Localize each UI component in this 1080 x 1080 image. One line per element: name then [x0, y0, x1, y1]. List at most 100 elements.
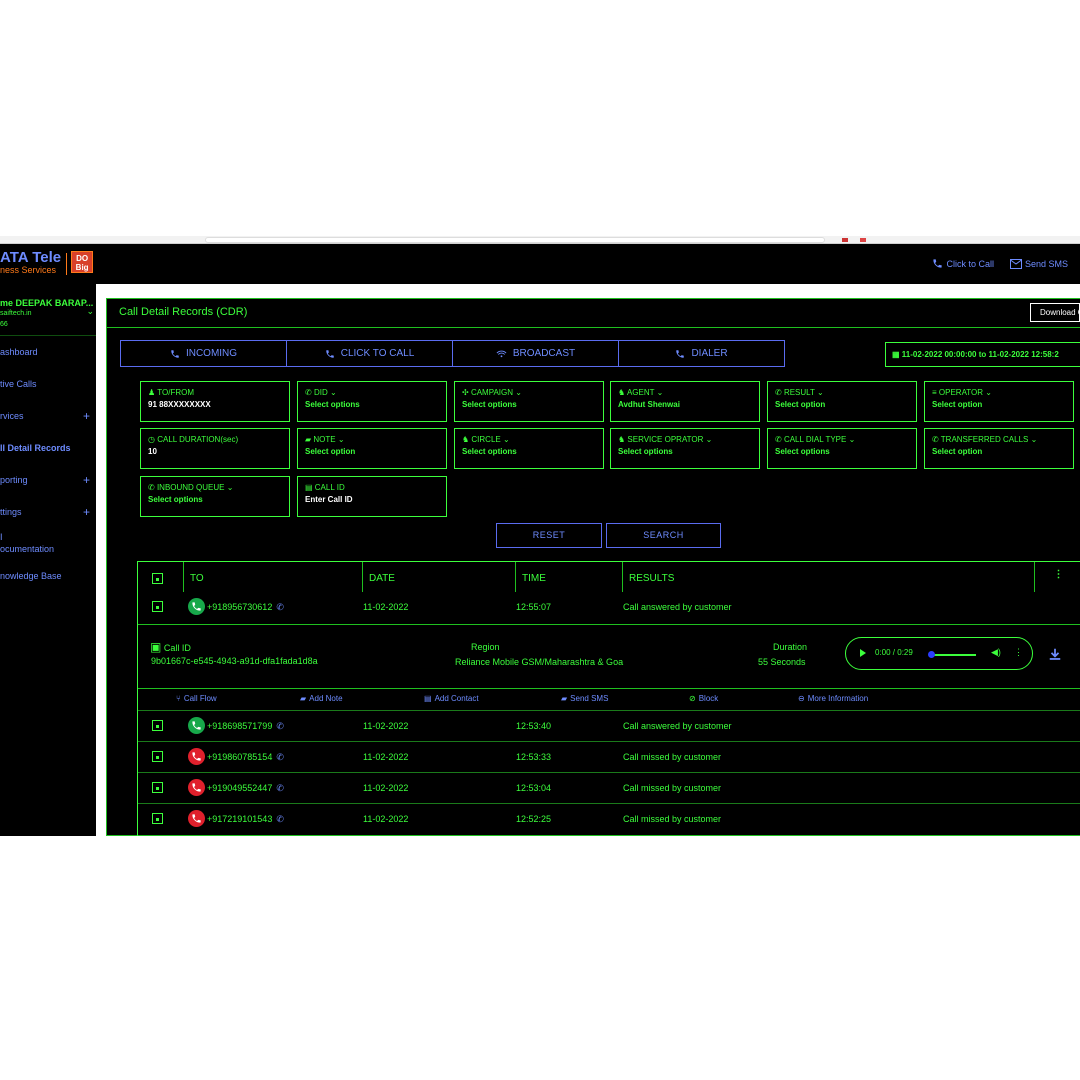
download-icon[interactable] [1048, 647, 1062, 661]
date-range-picker[interactable]: ▦ 11-02-2022 00:00:00 to 11-02-2022 12:5… [885, 342, 1080, 367]
filter-did[interactable]: ✆ DID ⌄ Select options [297, 381, 447, 422]
table-row[interactable]: +917219101543 ✆ 11-02-2022 12:52:25 Call … [138, 803, 1080, 834]
sidebar-item-active-calls[interactable]: tive Calls [0, 368, 96, 400]
send-sms-label: Send SMS [1024, 258, 1068, 269]
call-detail-panel: ▣ Call ID 9b01667c-e545-4943-a91d-dfa1fa… [138, 624, 1080, 688]
region-value: Reliance Mobile GSM/Maharashtra & Goa [455, 657, 624, 667]
add-contact-action[interactable]: ▤ Add Contact [424, 694, 479, 703]
column-header-time[interactable]: TIME [516, 562, 623, 592]
table-row[interactable]: +919049552447 ✆ 11-02-2022 12:53:04 Call … [138, 772, 1080, 803]
filter-call-duration[interactable]: ◷ CALL DURATION(sec) 10 [140, 428, 290, 469]
filter-campaign[interactable]: ✣ CAMPAIGN ⌄ Select options [454, 381, 604, 422]
row-checkbox[interactable] [152, 720, 163, 731]
call-back-icon[interactable]: ✆ [276, 783, 284, 793]
chevron-down-icon: ⌄ [337, 435, 345, 444]
send-sms-link[interactable]: Send SMS [1009, 258, 1068, 269]
row-checkbox[interactable] [152, 751, 163, 762]
plus-icon[interactable]: + [83, 400, 90, 432]
sidebar-item-api-documentation[interactable]: Iocumentation [0, 528, 96, 560]
brand-logo[interactable]: ATA Tele ness Services DO Big [0, 250, 94, 277]
sidebar-item-services[interactable]: rvices + [0, 400, 96, 432]
sms-icon: ▰ [561, 694, 568, 703]
circle-icon: ♞ [462, 435, 472, 444]
plus-icon[interactable]: + [83, 496, 90, 528]
tab-incoming[interactable]: INCOMING [121, 341, 287, 366]
phone-number[interactable]: +919049552447 [207, 783, 272, 793]
filter-service-operator[interactable]: ♞ SERVICE OPRATOR ⌄ Select options [610, 428, 760, 469]
tab-broadcast[interactable]: BROADCAST [453, 341, 619, 366]
time-cell: 12:53:04 [516, 783, 552, 793]
block-action[interactable]: ⊘ Block [689, 694, 718, 703]
plus-icon[interactable]: + [83, 464, 90, 496]
date-cell: 11-02-2022 [363, 602, 409, 612]
call-answered-icon [188, 598, 205, 616]
reset-button[interactable]: RESET [496, 523, 602, 548]
tab-label: INCOMING [185, 348, 238, 359]
brand-tagline: ness Services [0, 265, 57, 275]
column-header-to[interactable]: TO [184, 562, 363, 592]
more-options-icon[interactable]: ⋮ [1035, 562, 1080, 592]
extension-icon[interactable] [860, 238, 866, 242]
audio-seek-bar[interactable] [930, 654, 976, 656]
filter-inbound-queue[interactable]: ✆ INBOUND QUEUE ⌄ Select options [140, 476, 290, 517]
call-back-icon[interactable]: ✆ [276, 602, 284, 612]
sidebar-item-label: ttings [0, 507, 22, 517]
row-checkbox[interactable] [152, 813, 163, 824]
sidebar-item-call-detail-records[interactable]: ll Detail Records [0, 432, 96, 464]
filter-circle[interactable]: ♞ CIRCLE ⌄ Select options [454, 428, 604, 469]
sidebar-item-knowledge-base[interactable]: nowledge Base [0, 560, 96, 592]
call-flow-action[interactable]: ⑂ Call Flow [176, 694, 217, 703]
user-profile[interactable]: me DEEPAK BARAP... saiftech.in 66 ⌄ [0, 284, 96, 336]
address-bar[interactable] [205, 237, 825, 243]
sidebar-item-reporting[interactable]: porting + [0, 464, 96, 496]
filter-to-from[interactable]: ♟ TO/FROM 91 88XXXXXXXX [140, 381, 290, 422]
select-all-checkbox[interactable] [152, 573, 163, 584]
play-icon[interactable] [860, 649, 866, 657]
row-checkbox[interactable] [152, 601, 163, 612]
phone-number[interactable]: +917219101543 [207, 814, 272, 824]
sidebar-item-label: I [0, 532, 3, 542]
more-information-action[interactable]: ⊖ More Information [798, 694, 868, 703]
audio-seek-handle[interactable] [928, 651, 935, 658]
filter-agent[interactable]: ♞ AGENT ⌄ Avdhut Shenwai [610, 381, 760, 422]
filter-label: SERVICE OPRATOR [627, 435, 704, 444]
table-row[interactable]: +918698571799 ✆ 11-02-2022 12:53:40 Call … [138, 710, 1080, 741]
add-note-action[interactable]: ▰ Add Note [300, 694, 343, 703]
document-icon: ▣ [150, 640, 162, 654]
phone-number[interactable]: +918956730612 [207, 602, 272, 612]
extension-icon[interactable] [842, 238, 848, 242]
row-checkbox[interactable] [152, 782, 163, 793]
audio-more-icon[interactable]: ⋮ [1014, 647, 1023, 658]
call-id-label: Call ID [163, 643, 191, 653]
cdr-panel: Call Detail Records (CDR) Download C INC… [106, 298, 1080, 837]
title-divider [107, 327, 1080, 328]
phone-number[interactable]: +918698571799 [207, 721, 272, 731]
tab-dialer[interactable]: DIALER [619, 341, 784, 366]
filter-call-dial-type[interactable]: ✆ CALL DIAL TYPE ⌄ Select options [767, 428, 917, 469]
filter-result[interactable]: ✆ RESULT ⌄ Select option [767, 381, 917, 422]
call-back-icon[interactable]: ✆ [276, 814, 284, 824]
filter-transferred-calls[interactable]: ✆ TRANSFERRED CALLS ⌄ Select option [924, 428, 1074, 469]
call-back-icon[interactable]: ✆ [276, 752, 284, 762]
call-back-icon[interactable]: ✆ [276, 721, 284, 731]
tab-click-to-call[interactable]: CLICK TO CALL [287, 341, 453, 366]
volume-icon[interactable]: ◀) [991, 647, 1001, 658]
column-header-date[interactable]: DATE [363, 562, 516, 592]
call-answered-icon [188, 717, 205, 735]
phone-number[interactable]: +919860785154 [207, 752, 272, 762]
send-sms-action[interactable]: ▰ Send SMS [561, 694, 608, 703]
search-button[interactable]: SEARCH [606, 523, 721, 548]
table-row[interactable]: +918956730612 ✆ 11-02-2022 12:55:07 Call … [138, 592, 1080, 623]
duration-value: 55 Seconds [758, 657, 806, 667]
column-header-results[interactable]: RESULTS [623, 562, 1035, 592]
filter-note[interactable]: ▰ NOTE ⌄ Select option [297, 428, 447, 469]
sidebar-item-dashboard[interactable]: ashboard [0, 336, 96, 368]
click-to-call-link[interactable]: Click to Call [932, 258, 994, 269]
filter-call-id[interactable]: ▤ CALL ID Enter Call ID [297, 476, 447, 517]
chevron-down-icon[interactable]: ⌄ [86, 306, 94, 317]
filter-operator[interactable]: ≡ OPERATOR ⌄ Select option [924, 381, 1074, 422]
table-row[interactable]: +919860785154 ✆ 11-02-2022 12:53:33 Call … [138, 741, 1080, 772]
sidebar-item-settings[interactable]: ttings + [0, 496, 96, 528]
call-id-input[interactable]: Enter Call ID [305, 495, 446, 504]
download-button[interactable]: Download C [1030, 303, 1080, 322]
